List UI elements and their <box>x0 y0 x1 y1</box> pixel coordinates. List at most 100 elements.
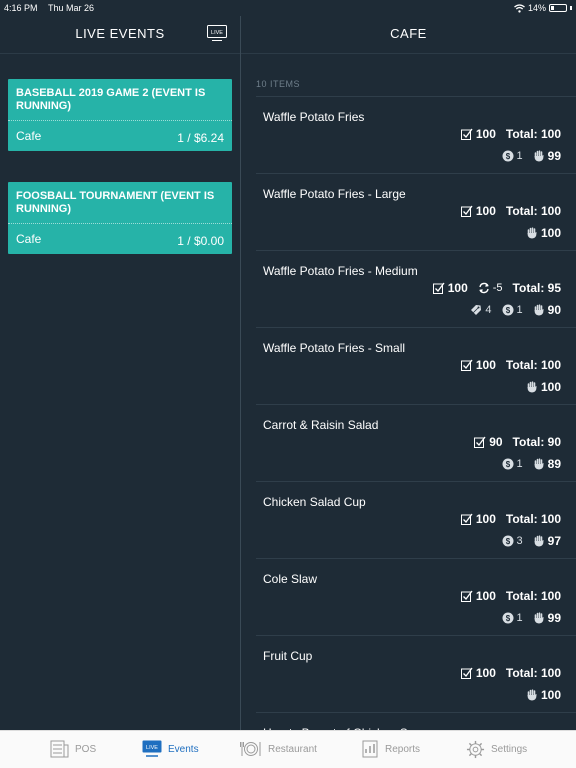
item-counts: 100 Total: 100 <box>460 589 561 603</box>
checklist-icon <box>460 128 473 140</box>
item-name: Waffle Potato Fries - Medium <box>263 264 418 278</box>
total-count: Total: 100 <box>505 127 561 141</box>
svg-text:LIVE: LIVE <box>211 30 223 36</box>
plate-icon <box>240 742 261 756</box>
cafe-title: CAFE <box>390 26 427 41</box>
svg-text:$: $ <box>505 537 510 546</box>
hand-icon <box>534 535 544 547</box>
on-hand-count: 97 <box>547 534 561 548</box>
item-stats: $1 99 <box>502 149 561 163</box>
item-counts: 100 Total: 100 <box>460 127 561 141</box>
item-counts: 100 Total: 100 <box>460 204 561 218</box>
item-name: Cole Slaw <box>263 572 318 586</box>
cafe-pane: CAFE 10 ITEMS Waffle Potato Fries 100 Tota… <box>241 16 576 730</box>
adjust-count: -5 <box>492 282 503 294</box>
item-counts: 100 Total: 100 <box>460 358 561 372</box>
on-hand-count: 99 <box>547 611 561 625</box>
item-counts: 100 Total: 100 <box>460 666 561 680</box>
svg-text:$: $ <box>505 152 510 161</box>
live-tv-icon[interactable]: LIVE <box>207 25 227 42</box>
tab-events[interactable]: LIVE Events <box>142 740 199 758</box>
checklist-icon <box>460 359 473 371</box>
tab-label: Reports <box>385 743 421 755</box>
svg-text:$: $ <box>505 614 510 623</box>
hand-icon <box>534 304 544 316</box>
on-hand-count: 90 <box>547 303 561 317</box>
item-name: Waffle Potato Fries - Large <box>263 187 406 201</box>
checklist-icon <box>460 667 473 679</box>
inventory-item[interactable]: Hearty Breast of Chicken Soup <box>256 712 576 730</box>
live-events-pane: LIVE EVENTS LIVE BASEBALL 2019 GAME 2 (E… <box>0 16 240 730</box>
event-card[interactable]: BASEBALL 2019 GAME 2 (EVENT IS RUNNING) … <box>8 79 232 151</box>
tab-settings[interactable]: Settings <box>466 740 527 759</box>
inventory-item[interactable]: Carrot & Raisin Salad 90 Total: 90 $1 89 <box>256 404 576 481</box>
item-name: Waffle Potato Fries <box>263 110 365 124</box>
on-hand-count: 100 <box>540 226 561 240</box>
coin-icon: $ <box>502 304 514 316</box>
checked-count: 90 <box>489 435 503 449</box>
checked-count: 100 <box>475 589 496 603</box>
checked-count: 100 <box>475 358 496 372</box>
checklist-icon <box>460 513 473 525</box>
tab-pos[interactable]: POS <box>50 740 96 758</box>
event-card[interactable]: FOOSBALL TOURNAMENT (EVENT IS RUNNING) C… <box>8 182 232 254</box>
checked-count: 100 <box>475 666 496 680</box>
pos-icon <box>50 740 69 758</box>
item-stats: $3 97 <box>502 534 561 548</box>
battery-icon <box>549 4 567 12</box>
item-counts: 90 Total: 90 <box>474 435 561 449</box>
inventory-item[interactable]: Fruit Cup 100 Total: 100 100 <box>256 635 576 712</box>
tab-reports[interactable]: Reports <box>362 740 420 758</box>
battery-tip <box>570 6 572 10</box>
battery-percent: 14% <box>527 3 546 13</box>
wifi-icon <box>514 3 525 13</box>
checked-count: 100 <box>475 127 496 141</box>
event-name: FOOSBALL TOURNAMENT (EVENT IS RUNNING) <box>8 182 232 224</box>
sold-count: 1 <box>516 304 523 316</box>
status-date: Thu Mar 26 <box>48 3 95 13</box>
items-count: 10 ITEMS <box>256 79 301 89</box>
inventory-item[interactable]: Waffle Potato Fries - Small 100 Total: 100… <box>256 327 576 404</box>
total-count: Total: 100 <box>505 589 561 603</box>
event-summary: 1 / $6.24 <box>177 131 224 145</box>
total-count: Total: 100 <box>505 666 561 680</box>
inventory-item[interactable]: Cole Slaw 100 Total: 100 $1 99 <box>256 558 576 635</box>
gear-icon <box>466 740 485 759</box>
hand-icon <box>527 227 537 239</box>
sold-count: 1 <box>516 612 523 624</box>
event-row: Cafe 1 / $6.24 <box>8 121 232 151</box>
hand-icon <box>527 381 537 393</box>
inventory-item[interactable]: Waffle Potato Fries - Medium 100 -5 Total: … <box>256 250 576 327</box>
sold-count: 1 <box>516 458 523 470</box>
item-name: Chicken Salad Cup <box>263 495 366 509</box>
coin-icon: $ <box>502 458 514 470</box>
checked-count: 100 <box>447 281 468 295</box>
tags-icon <box>471 305 482 315</box>
total-count: Total: 90 <box>512 435 561 449</box>
item-stats: $1 89 <box>502 457 561 471</box>
item-name: Carrot & Raisin Salad <box>263 418 379 432</box>
tab-label: Restaurant <box>268 743 317 755</box>
status-time: 4:16 PM <box>4 3 38 13</box>
on-hand-count: 100 <box>540 688 561 702</box>
inventory-item[interactable]: Waffle Potato Fries - Large 100 Total: 100… <box>256 173 576 250</box>
status-right: 14% <box>514 3 572 13</box>
hand-icon <box>534 458 544 470</box>
svg-text:$: $ <box>505 306 510 315</box>
event-row: Cafe 1 / $0.00 <box>8 224 232 254</box>
tab-bar: POS LIVE Events Restaurant Reports Setti… <box>0 730 576 768</box>
sold-count: 3 <box>516 535 523 547</box>
live-icon: LIVE <box>142 740 162 757</box>
checklist-icon <box>432 282 445 294</box>
item-counts: 100 Total: 100 <box>460 512 561 526</box>
on-hand-count: 89 <box>547 457 561 471</box>
status-bar: 4:16 PM Thu Mar 26 14% <box>0 0 576 16</box>
total-count: Total: 100 <box>505 204 561 218</box>
inventory-item[interactable]: Chicken Salad Cup 100 Total: 100 $3 97 <box>256 481 576 558</box>
checklist-icon <box>474 436 486 448</box>
item-stats: 4 $1 90 <box>470 303 561 317</box>
inventory-item[interactable]: Waffle Potato Fries 100 Total: 100 $1 99 <box>256 96 576 173</box>
tab-label: Events <box>168 743 199 755</box>
tab-restaurant[interactable]: Restaurant <box>240 740 317 758</box>
event-location: Cafe <box>16 232 42 246</box>
